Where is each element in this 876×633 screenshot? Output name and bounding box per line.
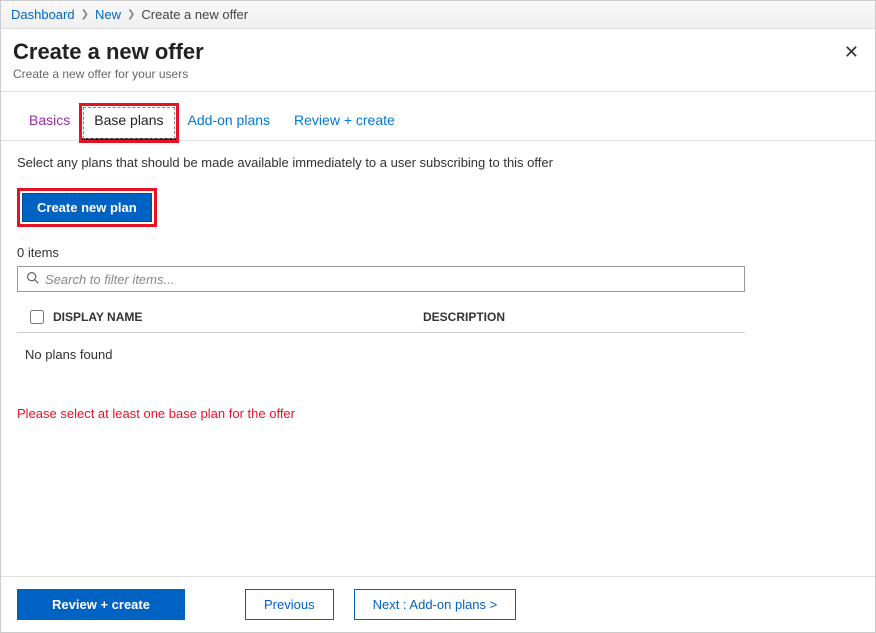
column-header-description[interactable]: DESCRIPTION: [423, 310, 741, 324]
next-button[interactable]: Next : Add-on plans >: [354, 589, 517, 620]
breadcrumb: Dashboard ❯ New ❯ Create a new offer: [1, 1, 875, 29]
tab-review-create[interactable]: Review + create: [282, 106, 407, 140]
column-header-display-name[interactable]: DISPLAY NAME: [53, 310, 423, 324]
select-all-checkbox[interactable]: [30, 310, 44, 324]
content-area: Select any plans that should be made ava…: [1, 141, 875, 576]
items-count: 0 items: [17, 245, 859, 260]
search-icon: [26, 271, 39, 287]
close-icon: ✕: [844, 42, 859, 62]
close-button[interactable]: ✕: [840, 39, 863, 65]
breadcrumb-link-dashboard[interactable]: Dashboard: [11, 7, 75, 22]
tab-basics[interactable]: Basics: [17, 106, 82, 140]
review-create-button[interactable]: Review + create: [17, 589, 185, 620]
empty-state-text: No plans found: [17, 333, 745, 376]
plans-table: DISPLAY NAME DESCRIPTION No plans found: [17, 302, 745, 376]
breadcrumb-link-new[interactable]: New: [95, 7, 121, 22]
search-input[interactable]: [45, 272, 736, 287]
breadcrumb-current: Create a new offer: [141, 7, 248, 22]
tab-base-plans[interactable]: Base plans: [82, 106, 175, 140]
page-header: Create a new offer Create a new offer fo…: [1, 29, 875, 92]
previous-button[interactable]: Previous: [245, 589, 334, 620]
search-box[interactable]: [17, 266, 745, 292]
help-text: Select any plans that should be made ava…: [17, 155, 859, 170]
tab-add-on-plans[interactable]: Add-on plans: [176, 106, 283, 140]
footer-bar: Review + create Previous Next : Add-on p…: [1, 576, 875, 632]
page-title: Create a new offer: [13, 39, 204, 65]
table-header: DISPLAY NAME DESCRIPTION: [17, 302, 745, 333]
highlight-box: Create new plan: [17, 188, 157, 227]
page-subtitle: Create a new offer for your users: [13, 67, 204, 81]
create-new-plan-button[interactable]: Create new plan: [22, 193, 152, 222]
chevron-right-icon: ❯: [81, 9, 89, 20]
chevron-right-icon: ❯: [127, 9, 135, 20]
tab-bar: Basics Base plans Add-on plans Review + …: [1, 92, 875, 141]
validation-error: Please select at least one base plan for…: [17, 406, 859, 421]
